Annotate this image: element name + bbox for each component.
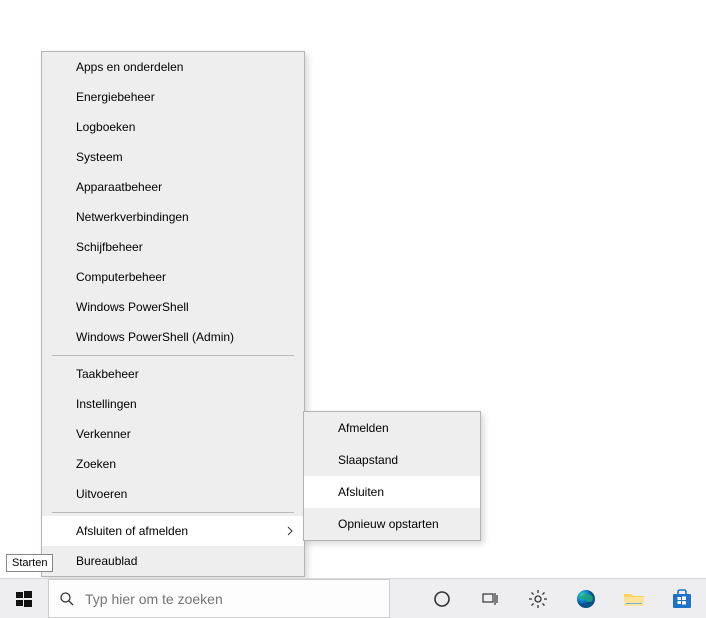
tooltip-text: Starten xyxy=(12,557,47,569)
submenu-item-sleep[interactable]: Slaapstand xyxy=(304,444,480,476)
chevron-right-icon xyxy=(286,526,294,536)
menu-label: Instellingen xyxy=(76,397,137,411)
menu-label: Taakbeheer xyxy=(76,367,139,381)
menu-item-device-manager[interactable]: Apparaatbeheer xyxy=(42,172,304,202)
task-view-button[interactable] xyxy=(466,579,514,618)
submenu-item-signout[interactable]: Afmelden xyxy=(304,412,480,444)
menu-item-network[interactable]: Netwerkverbindingen xyxy=(42,202,304,232)
submenu-item-shutdown[interactable]: Afsluiten xyxy=(304,476,480,508)
menu-item-system[interactable]: Systeem xyxy=(42,142,304,172)
menu-label: Windows PowerShell xyxy=(76,300,189,314)
menu-item-search[interactable]: Zoeken xyxy=(42,449,304,479)
task-view-icon xyxy=(481,590,499,608)
submenu-item-restart[interactable]: Opnieuw opstarten xyxy=(304,508,480,540)
menu-label: Windows PowerShell (Admin) xyxy=(76,330,234,344)
folder-icon xyxy=(623,589,645,609)
menu-item-disk-mgmt[interactable]: Schijfbeheer xyxy=(42,232,304,262)
menu-label: Uitvoeren xyxy=(76,487,127,501)
gear-icon xyxy=(528,589,548,609)
menu-label: Afmelden xyxy=(338,421,389,435)
menu-label: Bureaublad xyxy=(76,554,137,568)
menu-item-powershell[interactable]: Windows PowerShell xyxy=(42,292,304,322)
start-button[interactable] xyxy=(0,579,48,618)
menu-item-power-options[interactable]: Energiebeheer xyxy=(42,82,304,112)
menu-label: Afsluiten xyxy=(338,485,384,499)
menu-label: Schijfbeheer xyxy=(76,240,143,254)
taskbar-search-box[interactable] xyxy=(48,579,390,618)
edge-icon xyxy=(575,588,597,610)
search-icon xyxy=(49,591,85,607)
windows-logo-icon xyxy=(16,591,32,607)
menu-label: Verkenner xyxy=(76,427,131,441)
menu-item-run[interactable]: Uitvoeren xyxy=(42,479,304,509)
menu-label: Systeem xyxy=(76,150,123,164)
menu-label: Energiebeheer xyxy=(76,90,155,104)
menu-label: Apparaatbeheer xyxy=(76,180,162,194)
menu-label: Netwerkverbindingen xyxy=(76,210,189,224)
search-input[interactable] xyxy=(85,591,389,607)
menu-item-apps[interactable]: Apps en onderdelen xyxy=(42,52,304,82)
menu-item-desktop[interactable]: Bureaublad xyxy=(42,546,304,576)
menu-label: Zoeken xyxy=(76,457,116,471)
menu-item-settings[interactable]: Instellingen xyxy=(42,389,304,419)
menu-separator xyxy=(52,355,294,356)
menu-item-explorer[interactable]: Verkenner xyxy=(42,419,304,449)
cortana-button[interactable] xyxy=(418,579,466,618)
menu-label: Slaapstand xyxy=(338,453,398,467)
menu-label: Apps en onderdelen xyxy=(76,60,183,74)
shutdown-submenu: Afmelden Slaapstand Afsluiten Opnieuw op… xyxy=(303,411,481,541)
start-tooltip: Starten xyxy=(6,554,53,572)
menu-label: Afsluiten of afmelden xyxy=(76,524,188,538)
store-icon xyxy=(671,588,693,610)
taskbar-settings-button[interactable] xyxy=(514,579,562,618)
menu-label: Logboeken xyxy=(76,120,135,134)
menu-separator xyxy=(52,512,294,513)
taskbar-edge-button[interactable] xyxy=(562,579,610,618)
cortana-icon xyxy=(433,590,451,608)
taskbar xyxy=(0,578,706,618)
menu-item-shutdown-submenu[interactable]: Afsluiten of afmelden xyxy=(42,516,304,546)
taskbar-store-button[interactable] xyxy=(658,579,706,618)
taskbar-pinned-icons xyxy=(418,579,706,618)
menu-item-powershell-admin[interactable]: Windows PowerShell (Admin) xyxy=(42,322,304,352)
menu-item-task-manager[interactable]: Taakbeheer xyxy=(42,359,304,389)
winx-context-menu: Apps en onderdelen Energiebeheer Logboek… xyxy=(41,51,305,577)
taskbar-file-explorer-button[interactable] xyxy=(610,579,658,618)
menu-item-computer-mgmt[interactable]: Computerbeheer xyxy=(42,262,304,292)
menu-item-event-viewer[interactable]: Logboeken xyxy=(42,112,304,142)
menu-label: Computerbeheer xyxy=(76,270,166,284)
menu-label: Opnieuw opstarten xyxy=(338,517,439,531)
